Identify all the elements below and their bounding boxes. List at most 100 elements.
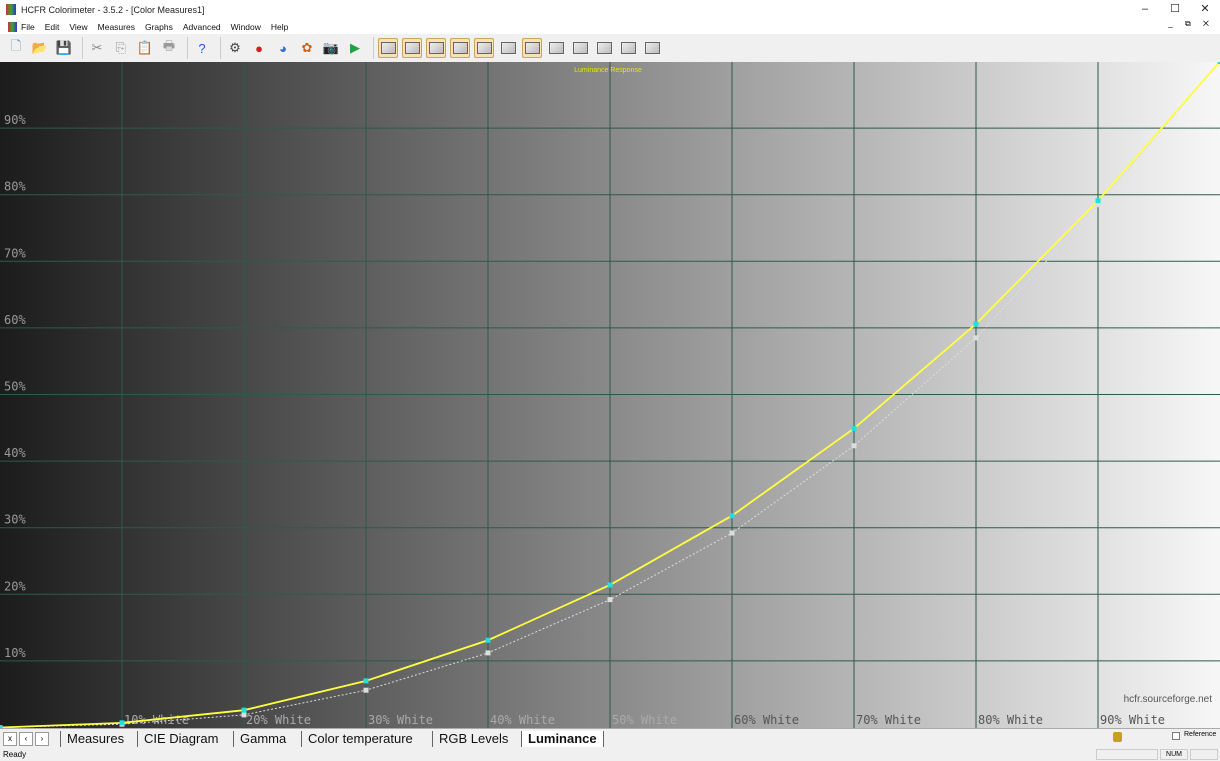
mdi-window-controls[interactable]: _ ⧉ ✕ bbox=[1168, 19, 1214, 29]
minimize-button[interactable]: – bbox=[1130, 0, 1160, 19]
data-point-measured bbox=[1095, 198, 1101, 204]
graph-view-button-2[interactable] bbox=[402, 38, 422, 58]
menu-graphs[interactable]: Graphs bbox=[145, 22, 173, 32]
menu-window[interactable]: Window bbox=[231, 22, 261, 32]
graph-view-button-9[interactable] bbox=[570, 38, 590, 58]
menu-file[interactable]: File bbox=[21, 22, 35, 32]
title-bar: HCFR Colorimeter - 3.5.2 - [Color Measur… bbox=[0, 0, 1220, 19]
help-icon[interactable]: ? bbox=[192, 38, 212, 58]
tab-measures[interactable]: Measures bbox=[60, 731, 130, 747]
rgb-icon[interactable]: ● bbox=[249, 38, 269, 58]
monitor-icon bbox=[524, 42, 540, 54]
paste-icon[interactable]: 📋 bbox=[135, 38, 155, 58]
reference-label: Reference bbox=[1184, 731, 1217, 738]
new-icon[interactable]: 🗋 bbox=[6, 38, 26, 58]
colors-icon[interactable]: ◕ bbox=[273, 38, 293, 58]
y-tick-label: 90% bbox=[4, 113, 26, 127]
toolbar-separator bbox=[187, 37, 188, 59]
graph-view-button-6[interactable] bbox=[498, 38, 518, 58]
data-point-reference bbox=[851, 443, 857, 449]
graph-view-button-8[interactable] bbox=[546, 38, 566, 58]
graph-view-button-1[interactable] bbox=[378, 38, 398, 58]
print-icon[interactable]: 🖶 bbox=[159, 38, 179, 58]
window-title: HCFR Colorimeter - 3.5.2 - [Color Measur… bbox=[21, 4, 205, 15]
monitor-icon bbox=[548, 42, 564, 54]
y-tick-label: 40% bbox=[4, 446, 26, 460]
monitor-icon bbox=[404, 42, 420, 54]
camera-icon[interactable]: 📷 bbox=[321, 38, 341, 58]
x-tick-label: 40% White bbox=[490, 713, 555, 727]
data-point-measured bbox=[607, 582, 613, 588]
monitor-icon bbox=[380, 42, 396, 54]
toolbar-separator bbox=[82, 37, 83, 59]
graph-view-button-4[interactable] bbox=[450, 38, 470, 58]
graph-view-button-3[interactable] bbox=[426, 38, 446, 58]
menu-edit[interactable]: Edit bbox=[45, 22, 60, 32]
status-text: Ready bbox=[3, 750, 27, 759]
play-icon[interactable]: ▶ bbox=[345, 38, 365, 58]
app-icon bbox=[6, 4, 16, 15]
menu-advanced[interactable]: Advanced bbox=[183, 22, 221, 32]
monitor-icon bbox=[620, 42, 636, 54]
menu-help[interactable]: Help bbox=[271, 22, 288, 32]
chart-title: Luminance Response bbox=[574, 67, 642, 74]
y-tick-label: 80% bbox=[4, 180, 26, 194]
graph-view-button-7[interactable] bbox=[522, 38, 542, 58]
sensor-icon[interactable]: ⚙ bbox=[225, 38, 245, 58]
close-button[interactable]: ✕ bbox=[1190, 0, 1220, 19]
data-point-measured bbox=[363, 678, 369, 684]
monitor-icon bbox=[572, 42, 588, 54]
data-point-reference bbox=[607, 597, 613, 603]
menu-view[interactable]: View bbox=[69, 22, 87, 32]
graph-view-button-12[interactable] bbox=[642, 38, 662, 58]
menu-measures[interactable]: Measures bbox=[98, 22, 135, 32]
tab-bar: x ‹ › Measures CIE Diagram Gamma Color t… bbox=[0, 728, 1220, 748]
y-tick-label: 50% bbox=[4, 380, 26, 394]
toolbar-separator bbox=[220, 37, 221, 59]
open-icon[interactable]: 📂 bbox=[30, 38, 50, 58]
data-point-reference bbox=[485, 650, 491, 656]
next-tab-button[interactable]: › bbox=[35, 732, 49, 746]
document-icon[interactable] bbox=[8, 21, 17, 32]
badge-icon bbox=[1113, 732, 1122, 742]
y-tick-label: 30% bbox=[4, 513, 26, 527]
watermark: hcfr.sourceforge.net bbox=[1124, 694, 1213, 705]
tab-cie-diagram[interactable]: CIE Diagram bbox=[137, 731, 224, 747]
maximize-button[interactable]: ☐ bbox=[1160, 0, 1190, 19]
tab-color-temperature[interactable]: Color temperature bbox=[301, 731, 419, 747]
data-point-measured bbox=[485, 637, 491, 643]
copy-icon[interactable]: ⎘ bbox=[111, 38, 131, 58]
x-tick-label: 20% White bbox=[246, 713, 311, 727]
toolbar: 🗋 📂 💾 ✂ ⎘ 📋 🖶? ⚙ ● ◕ ✿ 📷 ▶ bbox=[0, 34, 1220, 62]
tab-gamma[interactable]: Gamma bbox=[233, 731, 292, 747]
monitor-icon bbox=[452, 42, 468, 54]
data-point-measured bbox=[241, 707, 247, 713]
tab-rgb-levels[interactable]: RGB Levels bbox=[432, 731, 514, 747]
num-lock-indicator: NUM bbox=[1160, 749, 1188, 760]
tab-luminance[interactable]: Luminance bbox=[521, 731, 604, 747]
monitor-icon bbox=[428, 42, 444, 54]
y-tick-label: 10% bbox=[4, 646, 26, 660]
luminance-chart: 10%10% White20%20% White30%30% White40%4… bbox=[0, 62, 1220, 728]
data-point-measured bbox=[729, 513, 735, 519]
reference-checkbox[interactable] bbox=[1172, 732, 1180, 740]
graph-view-button-11[interactable] bbox=[618, 38, 638, 58]
save-icon[interactable]: 💾 bbox=[54, 38, 74, 58]
close-tab-button[interactable]: x bbox=[3, 732, 17, 746]
data-point-reference bbox=[973, 335, 979, 341]
graph-view-button-10[interactable] bbox=[594, 38, 614, 58]
y-tick-label: 70% bbox=[4, 246, 26, 260]
graph-view-button-5[interactable] bbox=[474, 38, 494, 58]
toolbar-separator bbox=[373, 37, 374, 59]
monitor-icon bbox=[596, 42, 612, 54]
cut-icon[interactable]: ✂ bbox=[87, 38, 107, 58]
data-point-reference bbox=[363, 687, 369, 693]
data-point-reference bbox=[729, 530, 735, 536]
data-point-measured bbox=[973, 321, 979, 327]
data-point-measured bbox=[119, 720, 125, 726]
x-tick-label: 60% White bbox=[734, 713, 799, 727]
palette-icon[interactable]: ✿ bbox=[297, 38, 317, 58]
prev-tab-button[interactable]: ‹ bbox=[19, 732, 33, 746]
status-pane bbox=[1096, 749, 1158, 760]
monitor-icon bbox=[500, 42, 516, 54]
